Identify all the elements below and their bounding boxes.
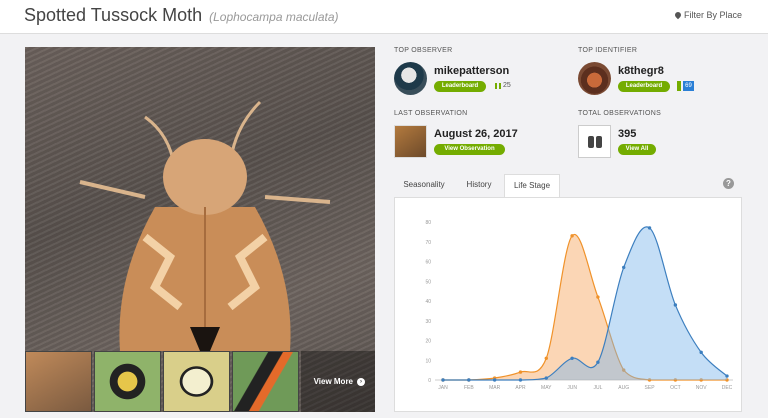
filter-by-place-button[interactable]: Filter By Place [673,10,742,20]
tab-history[interactable]: History [454,174,504,196]
data-point-1-10 [699,350,703,355]
data-point-1-0 [441,378,445,382]
last-observation-date: August 26, 2017 [434,128,518,140]
page-header: Spotted Tussock Moth (Lophocampa maculat… [0,0,768,34]
top-identifier-name[interactable]: k8thegr8 [618,65,664,77]
identifier-count-badge: 69 [683,81,694,91]
data-point-0-5 [570,234,574,238]
view-all-button[interactable]: View All [618,144,656,155]
common-name: Spotted Tussock Moth [24,5,203,25]
x-tick-label: FEB [464,385,474,391]
top-observer-avatar[interactable] [394,62,427,95]
thumbnail-moth[interactable] [25,351,92,412]
observer-count-value: 25 [503,82,511,89]
chevron-right-icon: › [357,377,365,386]
binoculars-icon [578,125,611,158]
data-point-1-4 [544,376,548,380]
y-tick-label: 40 [425,299,431,305]
data-point-1-8 [647,226,652,230]
x-tick-label: DEC [722,385,733,391]
data-point-1-1 [467,378,471,382]
x-tick-label: AUG [618,385,629,391]
top-identifier-leaderboard-button[interactable]: Leaderboard [618,81,670,92]
tab-seasonality[interactable]: Seasonality [396,174,452,196]
top-identifier-label: TOP IDENTIFIER [578,47,638,54]
top-observer-name[interactable]: mikepatterson [434,65,509,77]
top-observer-leaderboard-button[interactable]: Leaderboard [434,81,486,92]
data-point-1-3 [518,378,523,382]
y-tick-label: 0 [428,378,431,384]
view-observation-button[interactable]: View Observation [434,144,505,155]
y-tick-label: 20 [425,339,431,345]
x-tick-label: JUL [593,385,602,391]
y-tick-label: 60 [425,260,431,266]
x-tick-label: JUN [567,385,577,391]
last-observation-label: LAST OBSERVATION [394,110,468,117]
top-identifier-avatar[interactable] [578,62,611,95]
x-tick-label: NOV [696,385,708,391]
life-stage-chart: 0 10 20 30 40 50 60 70 80 JAN FEB MAR APR MAY JUN JUL AU… [394,197,742,412]
chart-tabs: Seasonality History Life Stage [394,172,742,198]
y-tick-label: 80 [425,220,431,226]
taxon-photo-panel[interactable]: View More › [25,47,375,412]
data-point-0-6 [596,295,600,299]
x-tick-label: MAR [489,385,501,391]
y-tick-label: 50 [425,279,431,285]
data-point-1-6 [596,360,600,364]
page-title: Spotted Tussock Moth (Lophocampa maculat… [24,5,339,26]
help-icon[interactable]: ? [723,178,734,189]
data-point-1-2 [492,378,497,382]
tab-life-stage[interactable]: Life Stage [504,174,560,198]
x-tick-label: APR [515,385,526,391]
thumbnail-caterpillar[interactable] [94,351,161,412]
view-more-button[interactable]: View More › [301,351,375,412]
identifier-badges: 69 [677,81,694,91]
y-tick-label: 10 [425,358,431,364]
photo-thumbnails: View More › [25,351,375,412]
x-tick-label: MAY [541,385,552,391]
total-observations-count: 395 [618,128,637,140]
x-tick-label: JAN [438,385,448,391]
filter-by-place-label: Filter By Place [683,10,742,20]
x-tick-label: OCT [670,385,681,391]
top-observer-label: TOP OBSERVER [394,47,453,54]
data-point-1-11 [725,374,729,378]
observer-count: 25 [495,82,511,89]
map-pin-icon [673,10,683,20]
data-point-0-4 [544,356,548,360]
identification-icon [677,81,681,91]
moth-photo [79,100,331,351]
scientific-name: (Lophocampa maculata) [209,10,339,24]
chart-svg: 0 10 20 30 40 50 60 70 80 JAN FEB MAR APR MAY JUN JUL AU… [425,220,733,391]
view-more-label: View More [313,377,353,386]
data-point-0-3 [518,370,523,374]
y-tick-label: 70 [425,240,431,246]
data-point-1-9 [673,303,678,307]
thumbnail-moth-wings[interactable] [163,351,230,412]
total-observations-label: TOTAL OBSERVATIONS [578,110,662,117]
x-tick-label: SEP [645,385,656,391]
y-tick-label: 30 [425,319,431,325]
binoculars-icon [495,82,501,89]
data-point-1-7 [622,265,626,270]
thumbnail-caterpillar-leaf[interactable] [232,351,299,412]
data-point-1-5 [570,356,574,360]
last-observation-thumbnail[interactable] [394,125,427,158]
